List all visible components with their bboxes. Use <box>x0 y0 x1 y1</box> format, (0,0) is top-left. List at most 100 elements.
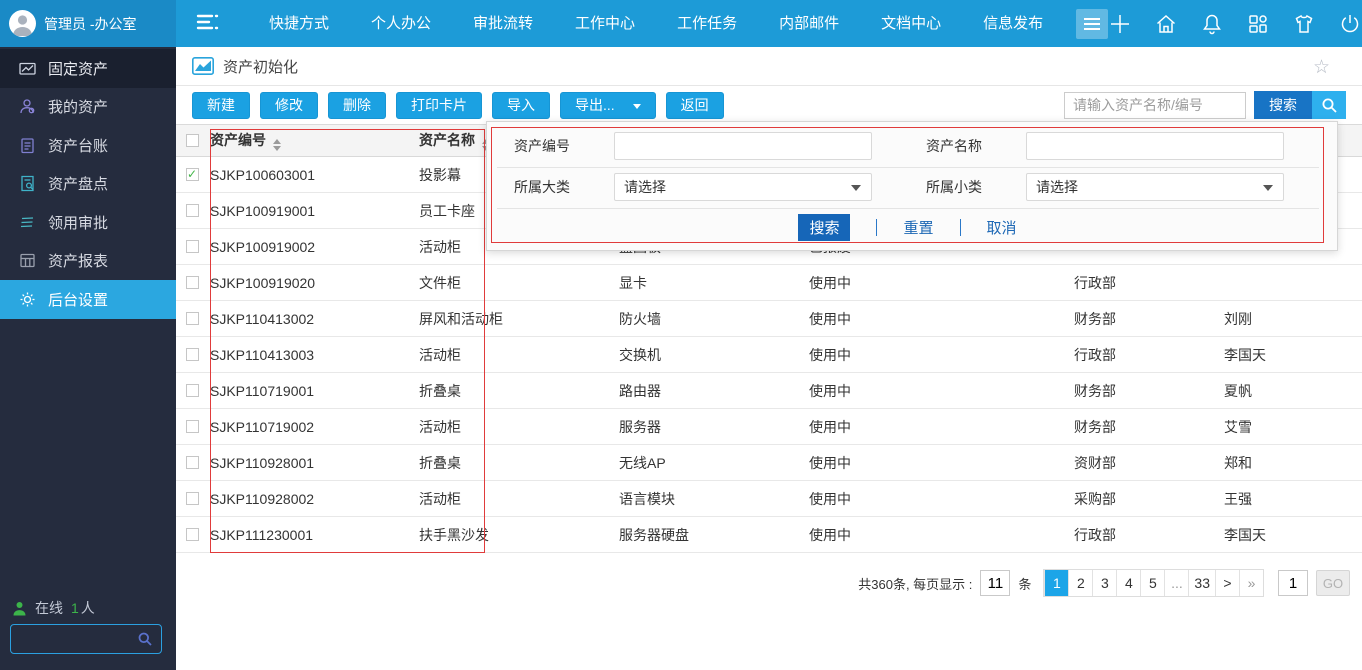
chevron-down-icon <box>851 185 861 191</box>
nav-list-icon[interactable] <box>196 12 222 35</box>
popup-search-button[interactable]: 搜索 <box>798 214 850 241</box>
column-header-asset-id[interactable]: 资产编号 <box>208 130 417 151</box>
table-row[interactable]: SJKP110413003 活动柜 交换机 使用中 行政部 李国天 <box>176 337 1362 373</box>
table-row[interactable]: SJKP111230001 扶手黑沙发 服务器硬盘 使用中 行政部 李国天 <box>176 517 1362 553</box>
cell-asset-id: SJKP110413002 <box>208 311 417 327</box>
toolbar-buttons: 新建 修改 删除 打印卡片 导入 <box>192 92 560 119</box>
filter-input-asset-id[interactable] <box>614 132 872 160</box>
add-icon[interactable] <box>1108 12 1132 36</box>
page-size-input[interactable] <box>980 570 1010 596</box>
theme-shirt-icon[interactable] <box>1292 12 1316 36</box>
table-row[interactable]: SJKP110928002 活动柜 语言模块 使用中 采购部 王强 <box>176 481 1362 517</box>
table-row[interactable]: SJKP110928001 折叠桌 无线AP 使用中 资财部 郑和 <box>176 445 1362 481</box>
sidebar-item-backend-settings[interactable]: 后台设置 <box>0 280 176 319</box>
toolbar-button[interactable]: 修改 <box>260 92 318 119</box>
row-checkbox[interactable] <box>186 312 199 325</box>
top-menu-item[interactable]: 工作任务 <box>656 0 758 47</box>
apps-grid-icon[interactable] <box>1246 12 1270 36</box>
export-button[interactable]: 导出... <box>560 92 656 119</box>
topbar: 管理员 -办公室 快捷方式 个人办公 审批流转 工作中心 工作任务 内部邮件 文… <box>0 0 1362 47</box>
cell-status: 使用中 <box>807 309 1072 329</box>
row-checkbox[interactable] <box>186 240 199 253</box>
top-menu-item[interactable]: 文档中心 <box>860 0 962 47</box>
page-button[interactable]: 5 <box>1140 570 1164 596</box>
go-button[interactable]: GO <box>1316 570 1350 596</box>
page-button[interactable]: 4 <box>1116 570 1140 596</box>
top-menu-item[interactable]: 内部邮件 <box>758 0 860 47</box>
sidebar-item-asset-reports[interactable]: 资产报表 <box>0 242 176 281</box>
page-button[interactable]: 33 <box>1188 570 1215 596</box>
top-menu-item[interactable]: 个人办公 <box>350 0 452 47</box>
back-button[interactable]: 返回 <box>666 92 724 119</box>
notifications-bell-icon[interactable] <box>1200 12 1224 36</box>
advanced-search-icon-button[interactable] <box>1312 91 1346 119</box>
row-checkbox[interactable] <box>186 348 199 361</box>
top-menu-item[interactable]: 信息发布 <box>962 0 1064 47</box>
sort-icon[interactable] <box>273 139 281 151</box>
table-row[interactable]: SJKP110719001 折叠桌 路由器 使用中 财务部 夏帆 <box>176 373 1362 409</box>
toolbar-button[interactable]: 删除 <box>328 92 386 119</box>
filter-input-asset-name[interactable] <box>1026 132 1284 160</box>
filter-label-minor-category: 所属小类 <box>926 173 982 201</box>
row-checkbox[interactable] <box>186 420 199 433</box>
top-menu-item[interactable]: 审批流转 <box>452 0 554 47</box>
table-row[interactable]: SJKP110413002 屏风和活动柜 防火墙 使用中 财务部 刘刚 <box>176 301 1362 337</box>
row-checkbox[interactable] <box>186 492 199 505</box>
hamburger-menu-button[interactable] <box>1076 9 1108 39</box>
toolbar-button[interactable]: 导入 <box>492 92 550 119</box>
fixed-assets-icon <box>18 59 36 77</box>
cell-department: 财务部 <box>1072 381 1222 401</box>
cell-asset-id: SJKP100919001 <box>208 203 417 219</box>
cell-item: 交换机 <box>617 345 807 365</box>
table-row[interactable]: SJKP110719002 活动柜 服务器 使用中 财务部 艾雪 <box>176 409 1362 445</box>
filter-select-minor-category[interactable]: 请选择 <box>1026 173 1284 201</box>
sidebar-item-label: 资产台账 <box>48 135 108 156</box>
page-button[interactable]: > <box>1215 570 1239 596</box>
page-button[interactable]: 3 <box>1092 570 1116 596</box>
toolbar-button[interactable]: 打印卡片 <box>396 92 482 119</box>
online-label: 在线 <box>35 598 63 618</box>
favorite-star-icon[interactable]: ☆ <box>1313 56 1330 79</box>
page-jump-input[interactable] <box>1278 570 1308 596</box>
row-checkbox[interactable] <box>186 384 199 397</box>
page-button[interactable]: » <box>1239 570 1263 596</box>
sidebar-item-requisition-approval[interactable]: 领用审批 <box>0 203 176 242</box>
cell-asset-name: 文件柜 <box>417 273 617 293</box>
row-checkbox[interactable] <box>186 276 199 289</box>
sidebar-item-fixed-assets[interactable]: 固定资产 <box>0 49 176 88</box>
cell-status: 使用中 <box>807 273 1072 293</box>
home-icon[interactable] <box>1154 12 1178 36</box>
online-count: 1 <box>71 600 79 616</box>
sidebar-item-asset-ledger[interactable]: 资产台账 <box>0 126 176 165</box>
power-logout-icon[interactable] <box>1338 12 1362 36</box>
sidebar-item-my-assets[interactable]: 我的资产 <box>0 88 176 127</box>
select-all-checkbox[interactable] <box>186 134 199 147</box>
user-block[interactable]: 管理员 -办公室 <box>0 0 176 47</box>
search-button[interactable]: 搜索 <box>1254 91 1312 119</box>
sidebar-item-asset-inventory[interactable]: 资产盘点 <box>0 165 176 204</box>
cell-department: 采购部 <box>1072 489 1222 509</box>
page-button[interactable]: ... <box>1164 570 1188 596</box>
top-menu-item[interactable]: 工作中心 <box>554 0 656 47</box>
sidebar-search-input[interactable] <box>11 632 137 647</box>
row-checkbox[interactable] <box>186 528 199 541</box>
filter-select-major-category[interactable]: 请选择 <box>614 173 872 201</box>
row-checkbox[interactable] <box>186 204 199 217</box>
popup-cancel-button[interactable]: 取消 <box>987 217 1017 238</box>
page-button[interactable]: 1 <box>1044 570 1068 596</box>
cell-user: 郑和 <box>1222 453 1362 473</box>
online-status: 在线 1 人 <box>12 598 95 618</box>
table-row[interactable]: SJKP100919020 文件柜 显卡 使用中 行政部 <box>176 265 1362 301</box>
page-button[interactable]: 2 <box>1068 570 1092 596</box>
row-checkbox[interactable] <box>186 168 199 181</box>
top-menu-item[interactable]: 快捷方式 <box>248 0 350 47</box>
sidebar-search-icon[interactable] <box>137 631 153 647</box>
popup-reset-button[interactable]: 重置 <box>903 217 933 238</box>
cell-asset-name: 活动柜 <box>417 489 617 509</box>
row-checkbox[interactable] <box>186 456 199 469</box>
asset-search-input[interactable] <box>1064 92 1246 119</box>
cell-status: 使用中 <box>807 489 1072 509</box>
divider <box>876 219 877 236</box>
cell-asset-name: 活动柜 <box>417 345 617 365</box>
toolbar-button[interactable]: 新建 <box>192 92 250 119</box>
